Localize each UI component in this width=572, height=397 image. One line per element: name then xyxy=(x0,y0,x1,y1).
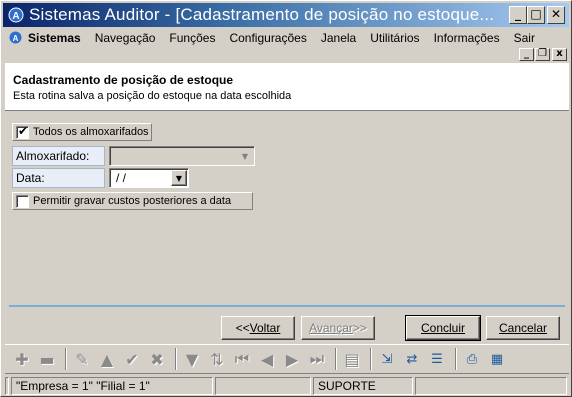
app-logo-icon: A xyxy=(9,31,22,44)
status-empresa: "Empresa = 1" "Filial = 1" xyxy=(11,377,213,395)
todos-almoxarifados-checkbox[interactable]: ✔ Todos os almoxarifados xyxy=(12,123,152,141)
todos-almoxarifados-label: Todos os almoxarifados xyxy=(33,126,149,138)
child-close-button[interactable]: x xyxy=(552,48,567,61)
permitir-custos-label: Permitir gravar custos posteriores a dat… xyxy=(33,195,232,207)
status-cell-empty xyxy=(5,377,9,395)
last-record-icon[interactable]: ⏭ xyxy=(306,348,328,370)
report-icon[interactable]: ▦ xyxy=(486,348,508,370)
voltar-label: Voltar xyxy=(249,321,281,335)
up-icon[interactable]: ▲ xyxy=(96,348,118,370)
menu-sistemas[interactable]: Sistemas xyxy=(28,31,81,45)
title-bar[interactable]: A Sistemas Auditor - [Cadastramento de p… xyxy=(3,3,569,27)
app-icon: A xyxy=(8,7,24,23)
cancel-icon[interactable]: ✖ xyxy=(146,348,168,370)
menu-janela[interactable]: Janela xyxy=(321,31,356,45)
sort-icon[interactable]: ⇅ xyxy=(206,348,228,370)
menu-utilitarios[interactable]: Utilitários xyxy=(370,31,419,45)
avancar-label: Avançar xyxy=(309,321,353,335)
previous-record-icon[interactable]: ◀ xyxy=(256,348,278,370)
filter-icon[interactable]: ▼ xyxy=(181,348,203,370)
toolbar-separator xyxy=(455,348,457,370)
document-icon[interactable]: ▤ xyxy=(341,348,363,370)
menu-configuracoes[interactable]: Configurações xyxy=(229,31,306,45)
calendar-dropdown-icon[interactable]: ▼ xyxy=(171,170,187,186)
toolbar: ✚ ▬ ✎ ▲ ✔ ✖ ▼ ⇅ ⏮ ◀ ▶ ⏭ ▤ ⇲ ⇄ ☰ ⎙ ▦ xyxy=(5,344,569,374)
minimize-button[interactable]: _ xyxy=(509,6,527,24)
concluir-label: Concluir xyxy=(420,321,465,335)
next-record-icon[interactable]: ▶ xyxy=(281,348,303,370)
list-icon[interactable]: ☰ xyxy=(426,348,448,370)
data-value[interactable]: / / xyxy=(116,171,126,185)
cancelar-button[interactable]: Cancelar xyxy=(486,316,560,340)
permitir-custos-checkbox[interactable]: Permitir gravar custos posteriores a dat… xyxy=(12,192,253,210)
edit-icon[interactable]: ✎ xyxy=(71,348,93,370)
status-cell-empty xyxy=(415,377,567,395)
almoxarifado-combo[interactable]: ▼ xyxy=(109,146,255,166)
toolbar-separator xyxy=(65,348,67,370)
toolbar-separator xyxy=(335,348,337,370)
menu-informacoes[interactable]: Informações xyxy=(434,31,500,45)
maximize-button[interactable]: □ xyxy=(527,6,545,24)
header-panel: Cadastramento de posição de estoque Esta… xyxy=(5,63,569,111)
child-restore-button[interactable]: ❐ xyxy=(535,48,550,61)
toolbar-separator xyxy=(175,348,177,370)
menu-bar: A Sistemas Navegação Funções Configuraçõ… xyxy=(3,28,569,47)
status-user: SUPORTE xyxy=(313,377,413,395)
menu-funcoes[interactable]: Funções xyxy=(169,31,215,45)
add-icon[interactable]: ✚ xyxy=(11,348,33,370)
data-date-picker[interactable]: / / ▼ xyxy=(109,168,189,188)
cancelar-label: Cancelar xyxy=(498,321,548,335)
status-cell-empty xyxy=(215,377,311,395)
confirm-icon[interactable]: ✔ xyxy=(121,348,143,370)
close-button[interactable]: ✕ xyxy=(547,6,565,24)
svg-text:A: A xyxy=(13,34,19,43)
page-subtitle: Esta rotina salva a posição do estoque n… xyxy=(13,90,292,102)
avancar-suffix: >> xyxy=(352,321,367,335)
menu-navegacao[interactable]: Navegação xyxy=(95,31,156,45)
voltar-prefix: << xyxy=(235,321,250,335)
window-title: Sistemas Auditor - [Cadastramento de pos… xyxy=(29,5,495,24)
svg-text:A: A xyxy=(12,11,19,22)
export-icon[interactable]: ⇲ xyxy=(376,348,398,370)
toolbar-separator xyxy=(370,348,372,370)
data-label: Data: xyxy=(12,168,105,188)
first-record-icon[interactable]: ⏮ xyxy=(231,348,253,370)
separator-line xyxy=(9,305,565,307)
checkbox-box[interactable] xyxy=(16,194,29,208)
checkbox-box[interactable]: ✔ xyxy=(16,123,29,139)
voltar-button[interactable]: << Voltar xyxy=(221,316,295,340)
print-icon[interactable]: ⎙ xyxy=(461,348,483,370)
check-icon: ✔ xyxy=(18,123,29,138)
chevron-down-icon[interactable]: ▼ xyxy=(237,148,253,164)
status-bar: "Empresa = 1" "Filial = 1" SUPORTE xyxy=(5,377,569,395)
page-title: Cadastramento de posição de estoque xyxy=(13,73,234,87)
avancar-button[interactable]: Avançar >> xyxy=(301,316,375,340)
transfer-icon[interactable]: ⇄ xyxy=(401,348,423,370)
child-minimize-button[interactable]: _ xyxy=(519,48,534,61)
remove-icon[interactable]: ▬ xyxy=(36,348,58,370)
menu-sair[interactable]: Sair xyxy=(514,31,535,45)
almoxarifado-label: Almoxarifado: xyxy=(12,146,105,166)
app-window: A Sistemas Auditor - [Cadastramento de p… xyxy=(0,0,572,397)
concluir-button[interactable]: Concluir xyxy=(405,315,481,341)
